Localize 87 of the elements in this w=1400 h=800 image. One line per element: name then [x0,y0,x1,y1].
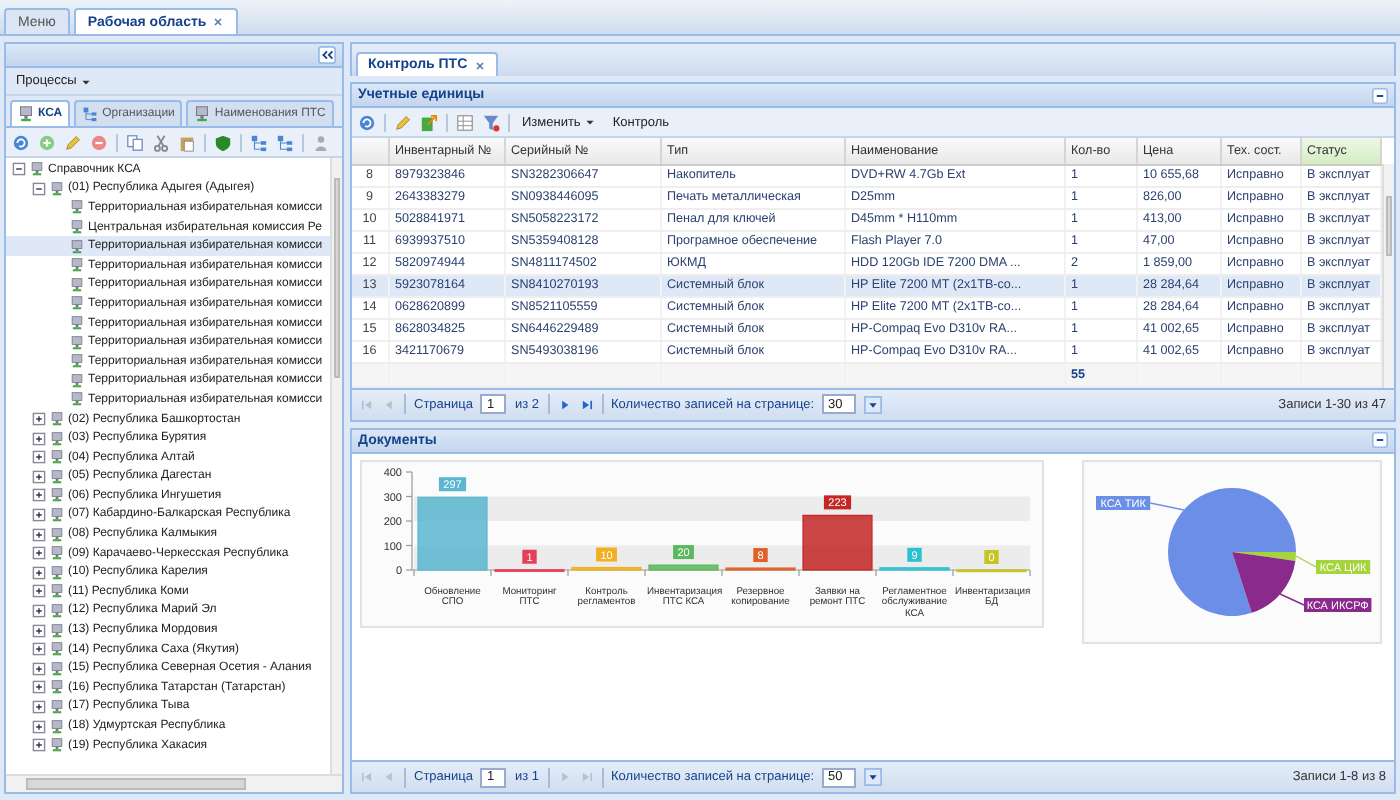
expand-icon[interactable] [32,507,46,522]
bar [648,563,719,570]
next-page-icon[interactable] [557,397,572,411]
collapse-icon[interactable] [318,46,336,64]
expand-icon[interactable] [32,738,46,753]
monitor-icon [50,584,64,599]
close-icon[interactable] [473,59,486,71]
expand-icon[interactable] [32,431,46,446]
expand-icon[interactable] [32,584,46,599]
monitor-icon [194,106,211,122]
monitor-icon [50,699,64,714]
expand-icon[interactable] [32,565,46,580]
expand-icon[interactable] [32,680,46,695]
leader-line [1279,592,1305,605]
expand-icon[interactable] [32,642,46,657]
monitor-icon [50,565,64,580]
monitor-icon [70,354,84,369]
expand-icon[interactable] [32,412,46,427]
dropdown-icon[interactable] [864,395,883,413]
expand-icon[interactable] [32,661,46,676]
last-page-icon[interactable] [579,397,594,411]
monitor-icon [50,431,64,446]
monitor-icon [70,239,84,254]
caret-icon [80,75,93,87]
expand-icon[interactable] [32,450,46,465]
monitor-icon [50,603,64,618]
monitor-icon [70,316,84,331]
close-icon[interactable] [212,16,225,28]
dropdown-icon[interactable] [864,768,883,786]
leader-line [1295,554,1317,567]
cut-icon[interactable] [152,133,170,151]
monitor-icon [70,392,84,407]
monitor-icon [70,277,84,292]
monitor-icon [50,412,64,427]
leader-line [1149,501,1185,510]
monitor-icon [70,200,84,215]
bar [802,513,873,570]
monitor-icon [50,527,64,542]
bar [417,495,488,570]
monitor-icon [70,220,84,235]
copy-icon[interactable] [126,133,144,151]
monitor-icon [70,296,84,311]
hierarchy-icon[interactable] [250,133,268,151]
monitor-icon [50,661,64,676]
filter-icon[interactable] [482,113,500,131]
expand-icon[interactable] [32,623,46,638]
monitor-icon [50,546,64,561]
monitor-icon [30,162,44,177]
paste-icon[interactable] [178,133,196,151]
caret-icon [584,116,597,128]
monitor-icon [50,680,64,695]
monitor-icon [50,488,64,503]
expand-icon[interactable] [32,603,46,618]
monitor-icon [18,106,34,122]
hierarchy-icon [82,106,99,122]
refresh-icon[interactable] [358,113,376,131]
edit-icon[interactable] [64,133,82,151]
shield-icon[interactable] [214,133,232,151]
collapse-icon[interactable] [1372,432,1388,448]
expand-icon[interactable] [32,527,46,542]
edit-icon[interactable] [394,113,412,131]
bar [571,565,642,570]
expand-icon[interactable] [32,469,46,484]
monitor-icon [70,373,84,388]
export-icon[interactable] [420,113,438,131]
monitor-icon [50,642,64,657]
monitor-icon [50,738,64,753]
refresh-icon[interactable] [12,133,30,151]
monitor-icon [50,623,64,638]
collapse-icon[interactable] [32,181,46,196]
hierarchy-icon[interactable] [276,133,294,151]
table-icon[interactable] [456,113,474,131]
expand-icon[interactable] [32,488,46,503]
expand-icon[interactable] [32,546,46,561]
collapse-icon[interactable] [1372,87,1388,103]
delete-icon[interactable] [90,133,108,151]
monitor-icon [70,335,84,350]
expand-icon[interactable] [32,719,46,734]
monitor-icon [70,258,84,273]
monitor-icon [50,181,64,196]
expand-icon[interactable] [32,699,46,714]
monitor-icon [50,450,64,465]
collapse-icon[interactable] [12,162,26,177]
y-axis [405,470,413,570]
monitor-icon [50,507,64,522]
monitor-icon [50,719,64,734]
monitor-icon [50,469,64,484]
